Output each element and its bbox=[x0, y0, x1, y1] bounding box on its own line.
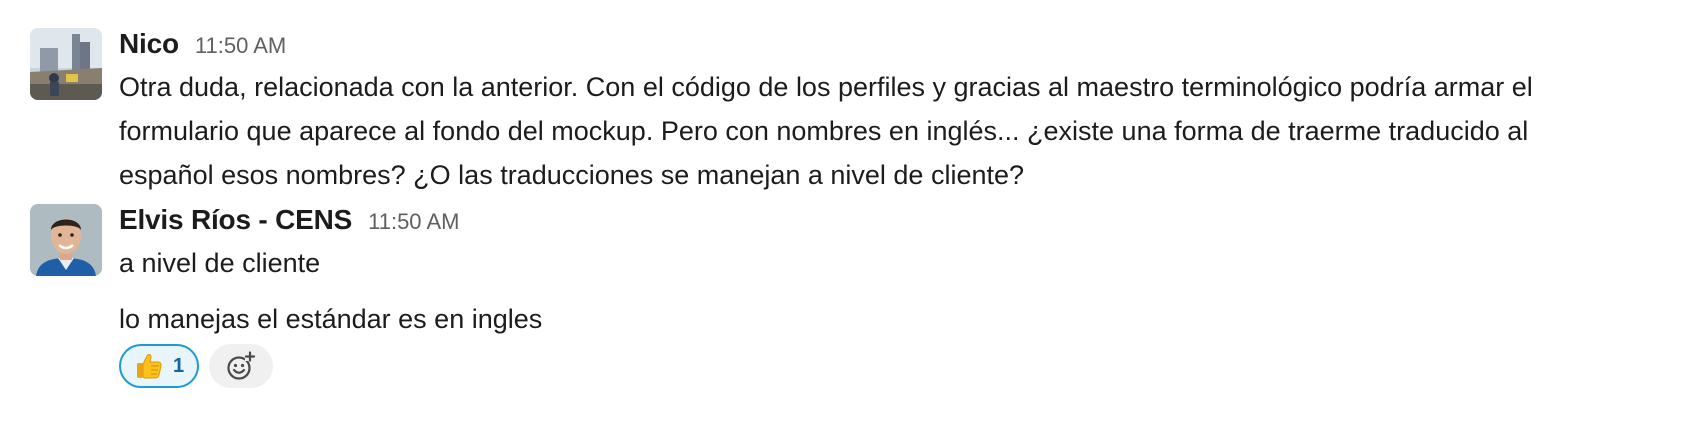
message-header: Nico 11:50 AM bbox=[119, 26, 1669, 62]
message-body: Elvis Ríos - CENS 11:50 AM a nivel de cl… bbox=[119, 202, 1669, 341]
reaction-count: 1 bbox=[172, 354, 185, 377]
message-text: Otra duda, relacionada con la anterior. … bbox=[119, 65, 1669, 197]
person-photo-icon bbox=[30, 28, 102, 100]
avatar-elvis[interactable] bbox=[30, 204, 102, 276]
message-text: a nivel de cliente bbox=[119, 248, 321, 278]
person-photo-icon bbox=[30, 204, 102, 276]
reactions-bar: 1 bbox=[119, 344, 273, 388]
message-line: español esos nombres? ¿O las traduccione… bbox=[119, 160, 1025, 190]
add-emoji-icon bbox=[227, 351, 256, 380]
sender-name[interactable]: Nico bbox=[119, 26, 179, 62]
message-timestamp[interactable]: 11:50 AM bbox=[368, 204, 459, 240]
message-line: formulario que aparece al fondo del mock… bbox=[119, 116, 1529, 146]
avatar-nico[interactable] bbox=[30, 28, 102, 100]
message-header: Elvis Ríos - CENS 11:50 AM bbox=[119, 202, 1669, 238]
message-thread: Nico 11:50 AM Otra duda, relacionada con… bbox=[0, 0, 1696, 438]
message-timestamp[interactable]: 11:50 AM bbox=[195, 28, 286, 64]
message-line: Otra duda, relacionada con la anterior. … bbox=[119, 72, 1533, 102]
add-reaction-button[interactable] bbox=[209, 344, 273, 388]
message-body: Nico 11:50 AM Otra duda, relacionada con… bbox=[119, 26, 1669, 197]
sender-name[interactable]: Elvis Ríos - CENS bbox=[119, 202, 352, 238]
message-text: lo manejas el estándar es en ingles bbox=[119, 304, 543, 334]
reaction-thumbs-up[interactable]: 1 bbox=[119, 344, 199, 388]
thumbs-up-icon bbox=[134, 351, 164, 381]
